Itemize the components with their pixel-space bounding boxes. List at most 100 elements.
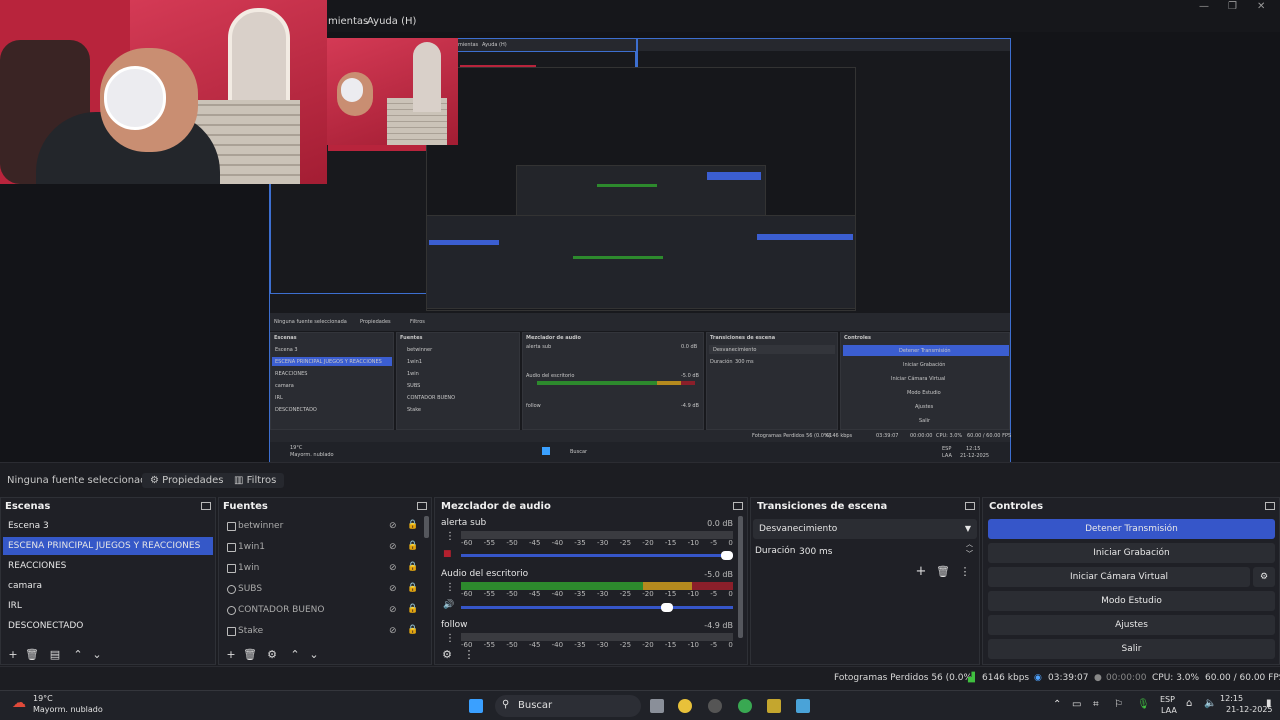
add-scene-icon[interactable]: + [5, 648, 21, 662]
exit-button[interactable]: Salir [988, 639, 1275, 659]
add-transition-icon[interactable]: + [913, 565, 929, 579]
settings-button[interactable]: Ajustes [988, 615, 1275, 635]
undock-icon[interactable] [1265, 502, 1275, 510]
add-source-icon[interactable]: + [223, 648, 239, 662]
meter-tick: -35 [574, 641, 586, 649]
tray-icon[interactable]: ⚐ [1114, 699, 1123, 710]
source-row[interactable]: 1win ⊘ 🔒 [219, 559, 419, 579]
notepad-icon[interactable] [796, 699, 810, 713]
scrollbar[interactable] [424, 516, 429, 538]
meter-tick: -35 [574, 590, 586, 598]
more-options-icon[interactable]: ⋮ [445, 531, 455, 542]
taskbar-search[interactable]: ⚲ Buscar [495, 695, 641, 717]
volume-knob[interactable] [721, 551, 733, 560]
remove-transition-icon[interactable]: 🗑 [935, 565, 951, 579]
app-icon[interactable] [767, 699, 781, 713]
scene-item[interactable]: DESCONECTADO [3, 617, 213, 635]
keyboard-layout[interactable]: LAA [1161, 706, 1177, 715]
weather-temp[interactable]: 19°C [33, 694, 53, 703]
close-icon[interactable]: ✕ [1257, 1, 1265, 12]
source-row[interactable]: 1win1 ⊘ 🔒 [219, 538, 419, 558]
visibility-hidden-icon[interactable]: ⊘ [389, 605, 397, 615]
source-row[interactable]: betwinner ⊘ 🔒 [219, 517, 419, 537]
start-virtual-camera-button[interactable]: Iniciar Cámara Virtual [988, 567, 1250, 587]
task-view-icon[interactable] [650, 699, 664, 713]
lock-icon[interactable]: 🔒 [407, 625, 418, 635]
source-row[interactable]: CONTADOR BUENO ⊘ 🔒 [219, 601, 419, 621]
lock-icon[interactable]: 🔒 [407, 562, 418, 572]
tray-icon[interactable]: ▭ [1072, 699, 1081, 710]
preview-canvas[interactable]: mientas Ayuda (H) Ninguna fuente selecci… [0, 0, 1280, 462]
menu-tools[interactable]: mientas [328, 16, 368, 27]
muted-speaker-icon[interactable]: ■ [443, 549, 452, 559]
meter-tick: -25 [619, 590, 632, 598]
speaker-icon[interactable]: 🔊 [443, 600, 454, 610]
minimize-icon[interactable]: — [1199, 1, 1209, 12]
visibility-hidden-icon[interactable]: ⊘ [389, 542, 397, 552]
mic-icon[interactable]: 🎙 [1137, 699, 1150, 710]
maximize-icon[interactable]: ❐ [1228, 1, 1237, 12]
notifications-icon[interactable]: ▮ [1266, 698, 1272, 709]
move-down-icon[interactable]: ⌄ [306, 648, 322, 662]
lock-icon[interactable]: 🔒 [407, 604, 418, 614]
studio-mode-button[interactable]: Modo Estudio [988, 591, 1275, 611]
spin-arrows-icon[interactable]: ︿ ﹀ [966, 539, 973, 559]
scene-item[interactable]: Escena 3 [3, 517, 213, 535]
source-row[interactable]: Stake ⊘ 🔒 [219, 622, 419, 642]
move-up-icon[interactable]: ⌃ [70, 648, 86, 662]
remove-scene-icon[interactable]: 🗑 [24, 648, 40, 662]
nested-taskbar: 19°C Mayorm. nublado Buscar ESP LAA 12:1… [270, 442, 1010, 462]
virtual-camera-gear-icon[interactable]: ⚙ [1253, 567, 1275, 587]
advanced-audio-gear-icon[interactable]: ⚙ [439, 648, 455, 662]
network-icon[interactable]: ⌂ [1186, 698, 1192, 709]
lock-icon[interactable]: 🔒 [407, 541, 418, 551]
move-up-icon[interactable]: ⌃ [287, 648, 303, 662]
start-recording-button[interactable]: Iniciar Grabación [988, 543, 1275, 563]
visibility-hidden-icon[interactable]: ⊘ [389, 521, 397, 531]
volume-slider[interactable] [461, 603, 733, 612]
visibility-hidden-icon[interactable]: ⊘ [389, 626, 397, 636]
undock-icon[interactable] [733, 502, 743, 510]
scene-item[interactable]: IRL [3, 597, 213, 615]
tray-icon[interactable]: ⌗ [1093, 699, 1099, 710]
lock-icon[interactable]: 🔒 [407, 583, 418, 593]
language-indicator[interactable]: ESP [1160, 695, 1175, 704]
scene-filters-icon[interactable]: ▤ [47, 648, 63, 662]
obs-icon[interactable] [708, 699, 722, 713]
stop-streaming-button[interactable]: Detener Transmisión [988, 519, 1275, 539]
volume-icon[interactable]: 🔈 [1204, 698, 1216, 709]
transition-properties-icon[interactable]: ⋮ [957, 565, 973, 579]
clock-time[interactable]: 12:15 [1220, 694, 1243, 703]
weather-desc[interactable]: Mayorm. nublado [33, 705, 103, 714]
filters-button[interactable]: ▥ Filtros [226, 473, 285, 488]
chrome-profile-icon[interactable] [738, 699, 752, 713]
source-row[interactable]: SUBS ⊘ 🔒 [219, 580, 419, 600]
volume-knob[interactable] [661, 603, 674, 612]
volume-slider[interactable] [461, 551, 733, 560]
undock-icon[interactable] [201, 502, 211, 510]
source-properties-gear-icon[interactable]: ⚙ [264, 648, 280, 662]
visibility-hidden-icon[interactable]: ⊘ [389, 584, 397, 594]
transition-select[interactable]: Desvanecimiento ▼ [753, 519, 977, 539]
properties-button[interactable]: ⚙ Propiedades [142, 473, 232, 488]
scene-item[interactable]: REACCIONES [3, 557, 213, 575]
more-options-icon[interactable]: ⋮ [445, 582, 455, 593]
scrollbar[interactable] [738, 516, 743, 638]
weather-icon[interactable]: ☁ [12, 695, 26, 711]
nested-no-source: Ninguna fuente seleccionada [274, 319, 347, 325]
more-options-icon[interactable]: ⋮ [445, 633, 455, 644]
scene-item-selected[interactable]: ESCENA PRINCIPAL JUEGOS Y REACCIONES [3, 537, 213, 555]
visibility-hidden-icon[interactable]: ⊘ [389, 563, 397, 573]
chrome-icon[interactable] [678, 699, 692, 713]
duration-input[interactable]: 300 ms ︿ ﹀ [795, 539, 977, 562]
undock-icon[interactable] [417, 502, 427, 510]
chevron-up-icon[interactable]: ⌃ [1053, 699, 1061, 710]
remove-source-icon[interactable]: 🗑 [242, 648, 258, 662]
scene-item[interactable]: camara [3, 577, 213, 595]
lock-icon[interactable]: 🔒 [407, 520, 418, 530]
windows-start-icon[interactable] [469, 699, 483, 713]
mixer-menu-icon[interactable]: ⋮ [461, 648, 477, 662]
move-down-icon[interactable]: ⌄ [89, 648, 105, 662]
undock-icon[interactable] [965, 502, 975, 510]
menu-help[interactable]: Ayuda (H) [367, 16, 416, 27]
